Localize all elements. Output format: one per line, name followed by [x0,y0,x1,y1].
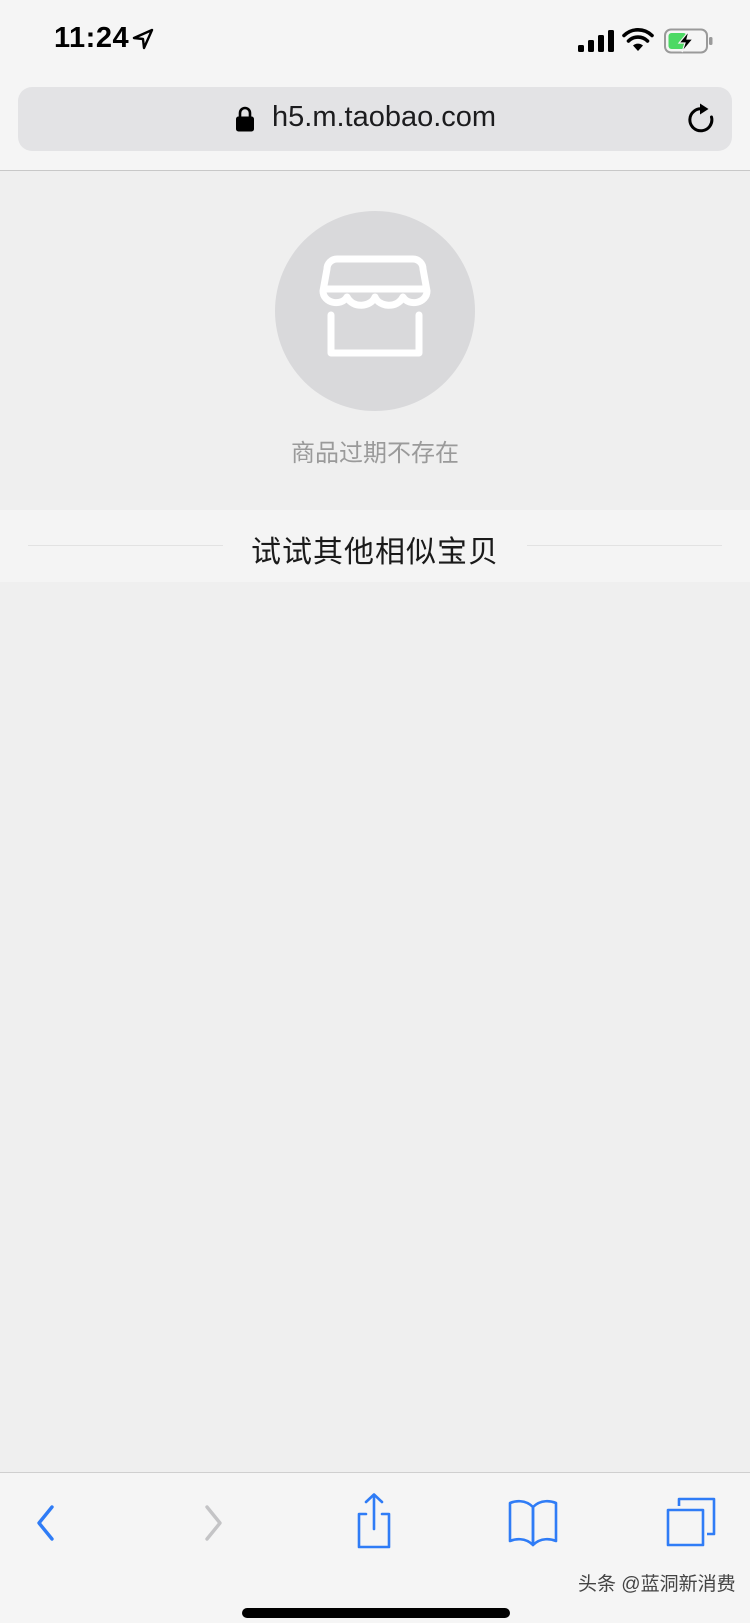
tabs-icon [666,1497,716,1547]
address-bar[interactable]: h5.m.taobao.com [18,87,732,151]
location-arrow-icon [132,28,154,50]
store-icon [319,255,431,357]
lock-icon [236,106,254,132]
empty-state-message: 商品过期不存在 [291,440,459,467]
chevron-left-icon [37,1505,54,1541]
forward-button[interactable] [183,1493,243,1553]
tabs-button[interactable] [661,1493,721,1553]
divider-right [527,545,722,546]
url-text: h5.m.taobao.com [272,101,497,133]
page-content: 商品过期不存在 试试其他相似宝贝 [0,171,750,1472]
wifi-icon [622,28,654,51]
back-button[interactable] [17,1493,77,1553]
cellular-signal-icon [578,30,614,52]
share-button[interactable] [344,1493,404,1553]
watermark-text: 头条 @蓝洞新消费 [578,1574,736,1595]
address-bar-container: h5.m.taobao.com [0,82,750,171]
home-indicator[interactable] [242,1608,510,1618]
chevron-right-icon [205,1505,222,1541]
safari-page: 11:24 h5.m.taobao.com 商品过期不存在 试试其他相似宝贝 头… [0,0,750,1623]
battery-charging-icon [664,28,713,54]
bookmarks-button[interactable] [503,1493,563,1553]
similar-items-header: 试试其他相似宝贝 [0,510,750,582]
open-book-icon [508,1499,558,1547]
share-icon [357,1493,391,1549]
status-time: 11:24 [54,22,130,54]
empty-state-badge [275,211,475,411]
browser-toolbar: 头条 @蓝洞新消费 [0,1472,750,1623]
reload-icon[interactable] [686,103,718,137]
similar-items-title: 试试其他相似宝贝 [251,536,499,569]
status-bar: 11:24 [0,0,750,82]
